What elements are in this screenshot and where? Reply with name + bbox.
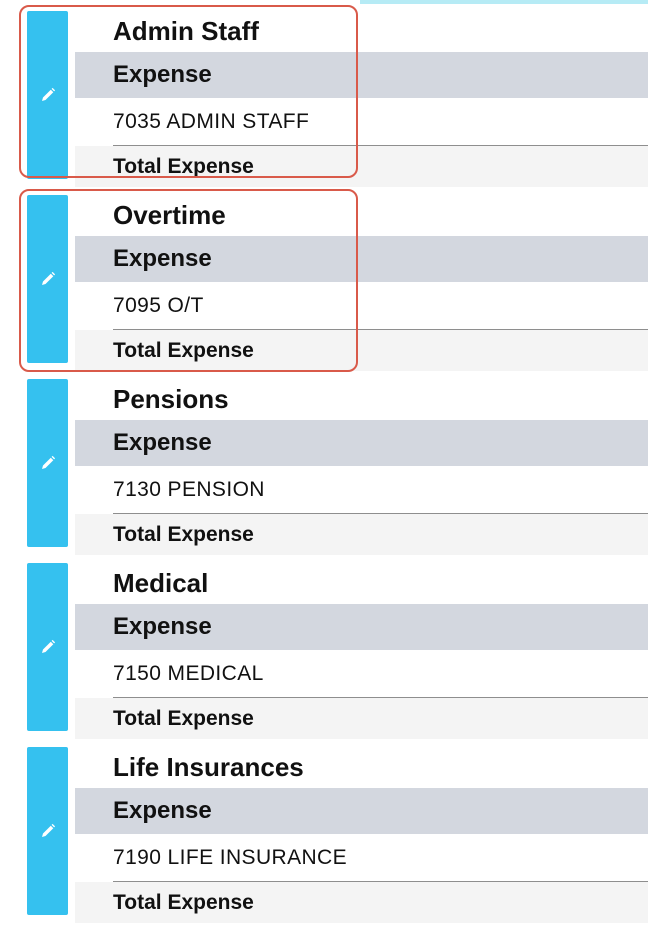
edit-button[interactable] bbox=[27, 195, 68, 363]
pencil-icon bbox=[41, 271, 55, 285]
expense-group-medical: Medical Expense 7150 MEDICAL Total Expen… bbox=[0, 552, 648, 739]
budget-expense-list: Admin Staff Expense 7035 ADMIN STAFF Tot… bbox=[0, 0, 648, 925]
account-line: 7130 PENSION bbox=[75, 466, 648, 513]
expense-group-pensions: Pensions Expense 7130 PENSION Total Expe… bbox=[0, 368, 648, 555]
group-title: Overtime bbox=[75, 195, 648, 235]
expense-section-header: Expense bbox=[75, 236, 648, 282]
account-line: 7190 LIFE INSURANCE bbox=[75, 834, 648, 881]
expense-section-header: Expense bbox=[75, 420, 648, 466]
pencil-icon bbox=[41, 455, 55, 469]
group-title: Life Insurances bbox=[75, 747, 648, 787]
account-line: 7035 ADMIN STAFF bbox=[75, 98, 648, 145]
edit-button[interactable] bbox=[27, 563, 68, 731]
account-line: 7150 MEDICAL bbox=[75, 650, 648, 697]
group-title: Admin Staff bbox=[75, 11, 648, 51]
pencil-icon bbox=[41, 639, 55, 653]
total-expense-row: Total Expense bbox=[75, 329, 648, 371]
expense-group-overtime: Overtime Expense 7095 O/T Total Expense bbox=[0, 184, 648, 371]
account-line: 7095 O/T bbox=[75, 282, 648, 329]
edit-button[interactable] bbox=[27, 379, 68, 547]
group-title: Pensions bbox=[75, 379, 648, 419]
expense-section-header: Expense bbox=[75, 604, 648, 650]
expense-group-life-insurances: Life Insurances Expense 7190 LIFE INSURA… bbox=[0, 736, 648, 923]
total-expense-row: Total Expense bbox=[75, 881, 648, 923]
group-title: Medical bbox=[75, 563, 648, 603]
edit-button[interactable] bbox=[27, 747, 68, 915]
pencil-icon bbox=[41, 87, 55, 101]
expense-section-header: Expense bbox=[75, 52, 648, 98]
total-expense-row: Total Expense bbox=[75, 145, 648, 187]
pencil-icon bbox=[41, 823, 55, 837]
expense-group-admin-staff: Admin Staff Expense 7035 ADMIN STAFF Tot… bbox=[0, 0, 648, 187]
expense-section-header: Expense bbox=[75, 788, 648, 834]
total-expense-row: Total Expense bbox=[75, 697, 648, 739]
edit-button[interactable] bbox=[27, 11, 68, 179]
total-expense-row: Total Expense bbox=[75, 513, 648, 555]
